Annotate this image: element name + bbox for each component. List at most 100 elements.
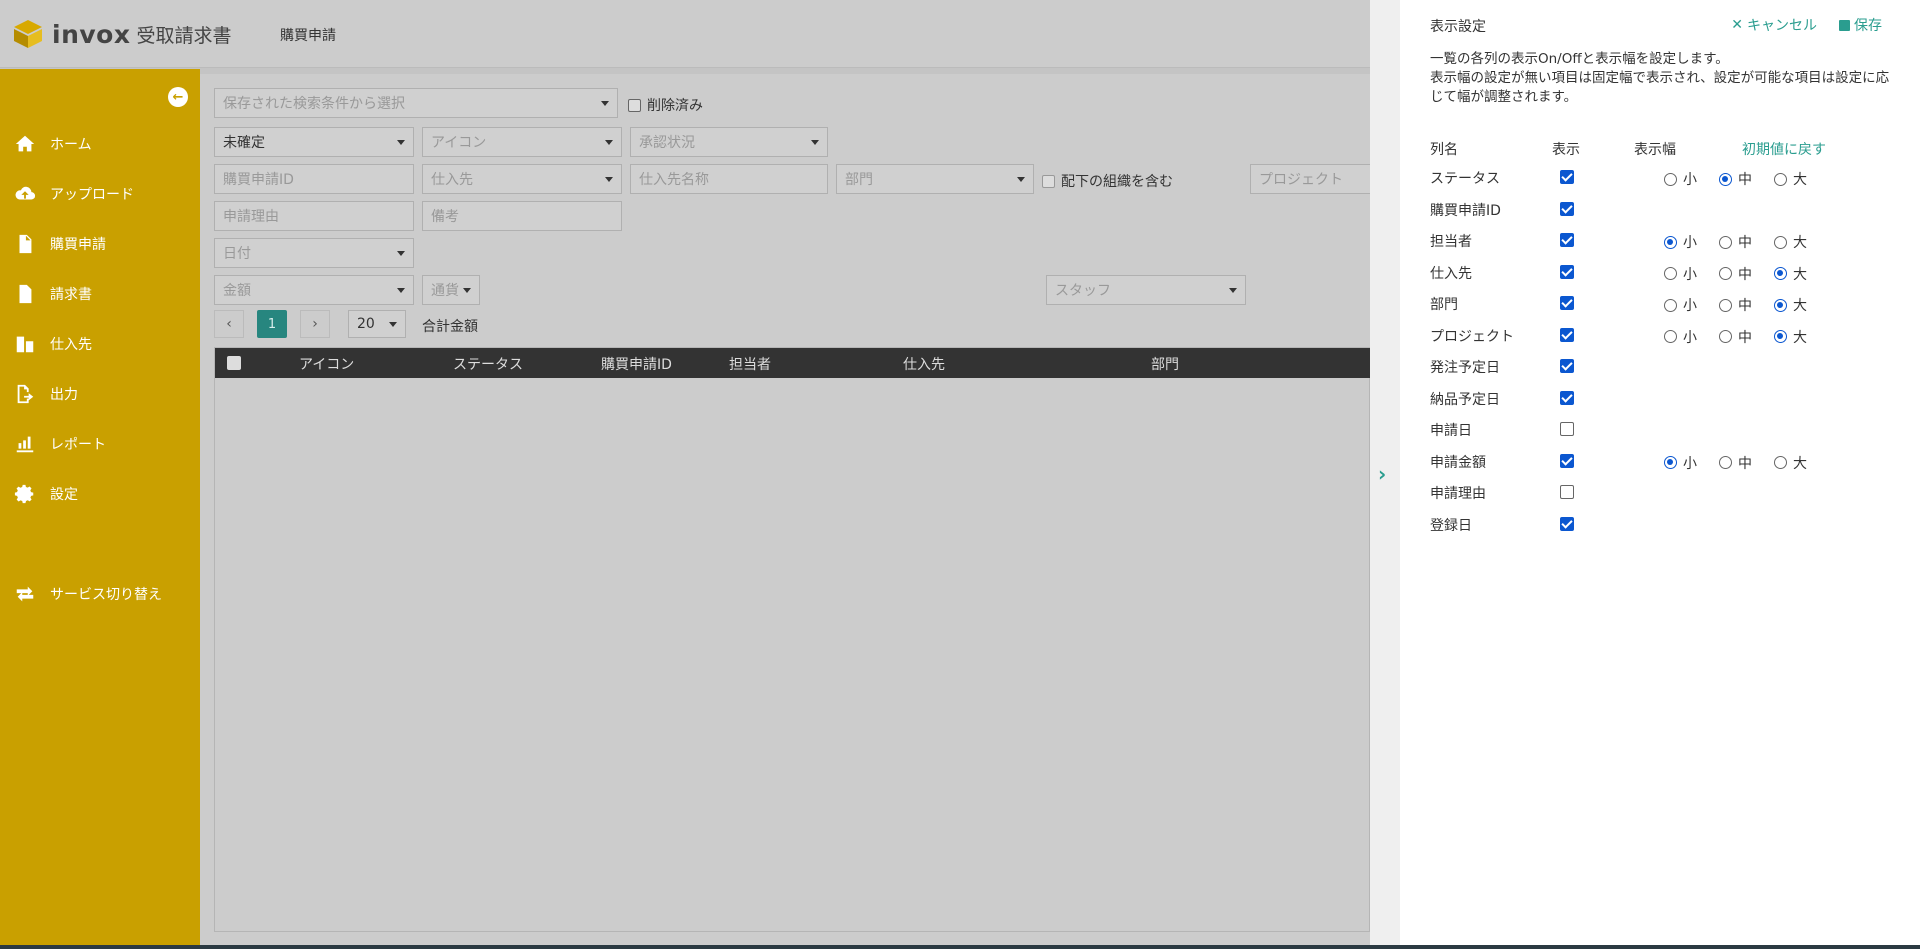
radio-label: 大 bbox=[1793, 172, 1807, 188]
deleted-checkbox-box[interactable] bbox=[628, 98, 641, 112]
show-checkbox[interactable] bbox=[1560, 516, 1574, 531]
show-checkbox[interactable] bbox=[1560, 264, 1574, 279]
radio-circle[interactable] bbox=[1664, 172, 1677, 186]
width-radio[interactable]: 小 bbox=[1664, 232, 1697, 252]
show-checkbox[interactable] bbox=[1560, 170, 1574, 184]
save-button[interactable]: 保存 bbox=[1839, 15, 1882, 35]
pager-current-page[interactable]: 1 bbox=[257, 310, 287, 338]
saved-search-select[interactable]: 保存された検索条件から選択 bbox=[214, 88, 618, 118]
column-header-assignee[interactable]: 担当者 bbox=[729, 354, 771, 374]
width-radio[interactable]: 小 bbox=[1664, 169, 1697, 189]
pager-prev-button[interactable]: ‹ bbox=[214, 310, 244, 338]
show-checkbox[interactable] bbox=[1560, 390, 1574, 405]
sidebar-item-home[interactable]: ホーム bbox=[0, 124, 200, 164]
column-name-label: 仕入先 bbox=[1430, 265, 1472, 282]
column-header-icon[interactable]: アイコン bbox=[299, 354, 354, 374]
supplier-select[interactable]: 仕入先 bbox=[422, 164, 622, 194]
width-radio[interactable]: 中 bbox=[1719, 295, 1752, 315]
width-radio[interactable]: 小 bbox=[1664, 295, 1697, 315]
radio-circle[interactable] bbox=[1774, 172, 1787, 186]
reset-defaults-link[interactable]: 初期値に戻す bbox=[1742, 139, 1826, 159]
cancel-button[interactable]: ✕ キャンセル bbox=[1731, 15, 1817, 35]
department-select[interactable]: 部門 bbox=[836, 164, 1034, 194]
show-checkbox[interactable] bbox=[1560, 327, 1574, 342]
radio-circle[interactable] bbox=[1664, 267, 1677, 280]
include-sub-checkbox-box[interactable] bbox=[1042, 174, 1055, 188]
currency-select[interactable]: 通貨 bbox=[422, 275, 480, 305]
show-checkbox[interactable] bbox=[1560, 453, 1574, 468]
request-id-placeholder: 購買申請ID bbox=[223, 172, 294, 188]
sidebar-item-report[interactable]: レポート bbox=[0, 424, 200, 464]
show-checkbox[interactable] bbox=[1560, 422, 1574, 436]
sidebar-item-purchase-request[interactable]: 購買申請 bbox=[0, 224, 200, 264]
sidebar-item-upload[interactable]: アップロード bbox=[0, 174, 200, 214]
per-page-select[interactable]: 20 bbox=[348, 310, 406, 338]
width-radio[interactable]: 中 bbox=[1719, 453, 1752, 473]
sidebar-item-invoice[interactable]: 請求書 bbox=[0, 274, 200, 314]
width-radio[interactable]: 大 bbox=[1774, 264, 1807, 284]
column-header-request-id[interactable]: 購買申請ID bbox=[601, 354, 672, 374]
radio-circle[interactable] bbox=[1719, 172, 1732, 186]
request-id-input[interactable]: 購買申請ID bbox=[214, 164, 414, 194]
radio-circle[interactable] bbox=[1664, 330, 1677, 343]
radio-circle[interactable] bbox=[1719, 298, 1732, 312]
pager-next-button[interactable]: › bbox=[300, 310, 330, 338]
project-select[interactable]: プロジェクト bbox=[1250, 164, 1370, 194]
radio-circle[interactable] bbox=[1774, 235, 1787, 249]
column-header-supplier[interactable]: 仕入先 bbox=[903, 354, 945, 374]
column-header-status[interactable]: ステータス bbox=[453, 354, 523, 374]
staff-placeholder: スタッフ bbox=[1055, 283, 1111, 299]
include-sub-label: 配下の組織を含む bbox=[1061, 174, 1173, 190]
sidebar-item-supplier[interactable]: 仕入先 bbox=[0, 324, 200, 364]
chevron-right-icon[interactable]: › bbox=[1378, 462, 1386, 486]
sidebar-item-switch-service[interactable]: サービス切り替え bbox=[0, 574, 200, 614]
show-checkbox[interactable] bbox=[1560, 485, 1574, 499]
radio-circle[interactable] bbox=[1719, 330, 1732, 343]
select-all-checkbox[interactable] bbox=[227, 356, 241, 370]
width-radio[interactable]: 大 bbox=[1774, 169, 1807, 189]
width-radio[interactable]: 小 bbox=[1664, 327, 1697, 347]
width-radio[interactable]: 大 bbox=[1774, 453, 1807, 473]
radio-circle[interactable] bbox=[1774, 456, 1787, 469]
radio-circle[interactable] bbox=[1664, 456, 1677, 469]
approval-select[interactable]: 承認状況 bbox=[630, 127, 828, 157]
width-radio[interactable]: 大 bbox=[1774, 232, 1807, 252]
show-checkbox[interactable] bbox=[1560, 359, 1574, 373]
settings-row: 部門 小 中 大 bbox=[1430, 292, 1900, 316]
app-logo[interactable]: invox 受取請求書 bbox=[12, 18, 231, 50]
supplier-name-input[interactable]: 仕入先名称 bbox=[630, 164, 828, 194]
staff-select[interactable]: スタッフ bbox=[1046, 275, 1246, 305]
panel-toggle-strip[interactable]: › bbox=[1370, 0, 1400, 945]
width-radio[interactable]: 小 bbox=[1664, 453, 1697, 473]
date-select[interactable]: 日付 bbox=[214, 238, 414, 268]
memo-input[interactable]: 備考 bbox=[422, 201, 622, 231]
radio-circle[interactable] bbox=[1719, 456, 1732, 469]
radio-circle[interactable] bbox=[1719, 235, 1732, 249]
width-radio[interactable]: 大 bbox=[1774, 295, 1807, 315]
sidebar-item-export[interactable]: 出力 bbox=[0, 374, 200, 414]
sidebar-collapse-icon[interactable]: ← bbox=[168, 87, 188, 107]
width-radio[interactable]: 小 bbox=[1664, 264, 1697, 284]
width-radio[interactable]: 中 bbox=[1719, 232, 1752, 252]
deleted-checkbox[interactable]: 削除済み bbox=[628, 95, 703, 115]
radio-circle[interactable] bbox=[1664, 298, 1677, 312]
width-radio[interactable]: 中 bbox=[1719, 327, 1752, 347]
width-radio[interactable]: 中 bbox=[1719, 264, 1752, 284]
radio-circle[interactable] bbox=[1719, 267, 1732, 280]
radio-circle[interactable] bbox=[1774, 298, 1787, 312]
reason-input[interactable]: 申請理由 bbox=[214, 201, 414, 231]
amount-select[interactable]: 金額 bbox=[214, 275, 414, 305]
column-header-department[interactable]: 部門 bbox=[1151, 354, 1179, 374]
status-select[interactable]: 未確定 bbox=[214, 127, 414, 157]
radio-circle[interactable] bbox=[1774, 330, 1787, 343]
show-checkbox[interactable] bbox=[1560, 296, 1574, 310]
show-checkbox[interactable] bbox=[1560, 233, 1574, 247]
width-radio[interactable]: 大 bbox=[1774, 327, 1807, 347]
show-checkbox[interactable] bbox=[1560, 201, 1574, 216]
include-sub-checkbox[interactable]: 配下の組織を含む bbox=[1042, 171, 1173, 191]
width-radio[interactable]: 中 bbox=[1719, 169, 1752, 189]
sidebar-item-settings[interactable]: 設定 bbox=[0, 474, 200, 514]
icon-select[interactable]: アイコン bbox=[422, 127, 622, 157]
radio-circle[interactable] bbox=[1664, 235, 1677, 249]
radio-circle[interactable] bbox=[1774, 267, 1787, 280]
